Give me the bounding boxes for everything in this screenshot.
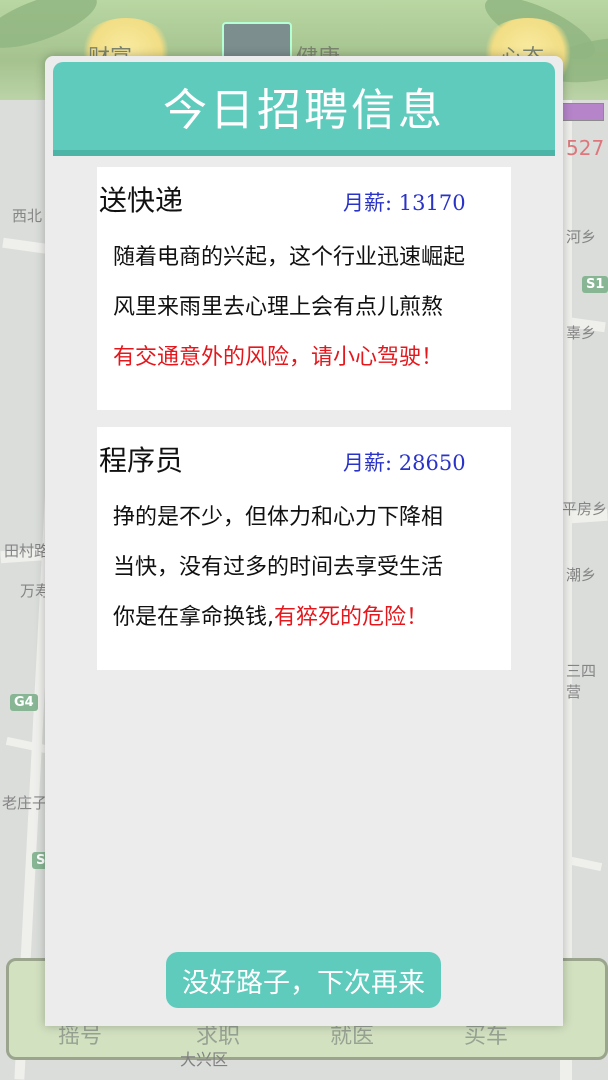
job-risk-warning: 有猝死的危险！ [274, 605, 429, 630]
salary: 月薪: 13170 [343, 187, 466, 217]
job-title: 送快递 [99, 184, 184, 217]
job-risk-warning: 有交通意外的风险，请小心驾驶！ [113, 345, 444, 370]
job-card-programmer[interactable]: 程序员 月薪: 28650 挣的是不少，但体力和心力下降相 当快，没有过多的时间… [97, 427, 511, 670]
dialog-title: 今日招聘信息 [163, 85, 445, 136]
salary-value: 13170 [398, 191, 466, 215]
job-description-line: 当快，没有过多的时间去享受生活 [113, 555, 444, 580]
header-divider [53, 150, 555, 156]
salary: 月薪: 28650 [343, 447, 466, 477]
dialog-header: 今日招聘信息 [53, 62, 555, 150]
job-description-line: 挣的是不少，但体力和心力下降相 [113, 505, 444, 530]
salary-label: 月薪: [343, 451, 393, 475]
job-description-prefix: 你是在拿命换钱, [113, 605, 274, 630]
dismiss-button[interactable]: 没好路子，下次再来 [166, 952, 441, 1008]
job-description-line: 风里来雨里去心理上会有点儿煎熬 [113, 295, 444, 320]
salary-value: 28650 [398, 451, 466, 475]
job-title: 程序员 [99, 444, 184, 477]
job-card-courier[interactable]: 送快递 月薪: 13170 随着电商的兴起，这个行业迅速崛起 风里来雨里去心理上… [97, 167, 511, 410]
job-description-line: 你是在拿命换钱,有猝死的危险！ [113, 599, 428, 631]
salary-label: 月薪: [343, 191, 393, 215]
job-listing-dialog: 今日招聘信息 送快递 月薪: 13170 随着电商的兴起，这个行业迅速崛起 风里… [45, 56, 563, 1026]
job-description-line: 随着电商的兴起，这个行业迅速崛起 [113, 245, 466, 270]
